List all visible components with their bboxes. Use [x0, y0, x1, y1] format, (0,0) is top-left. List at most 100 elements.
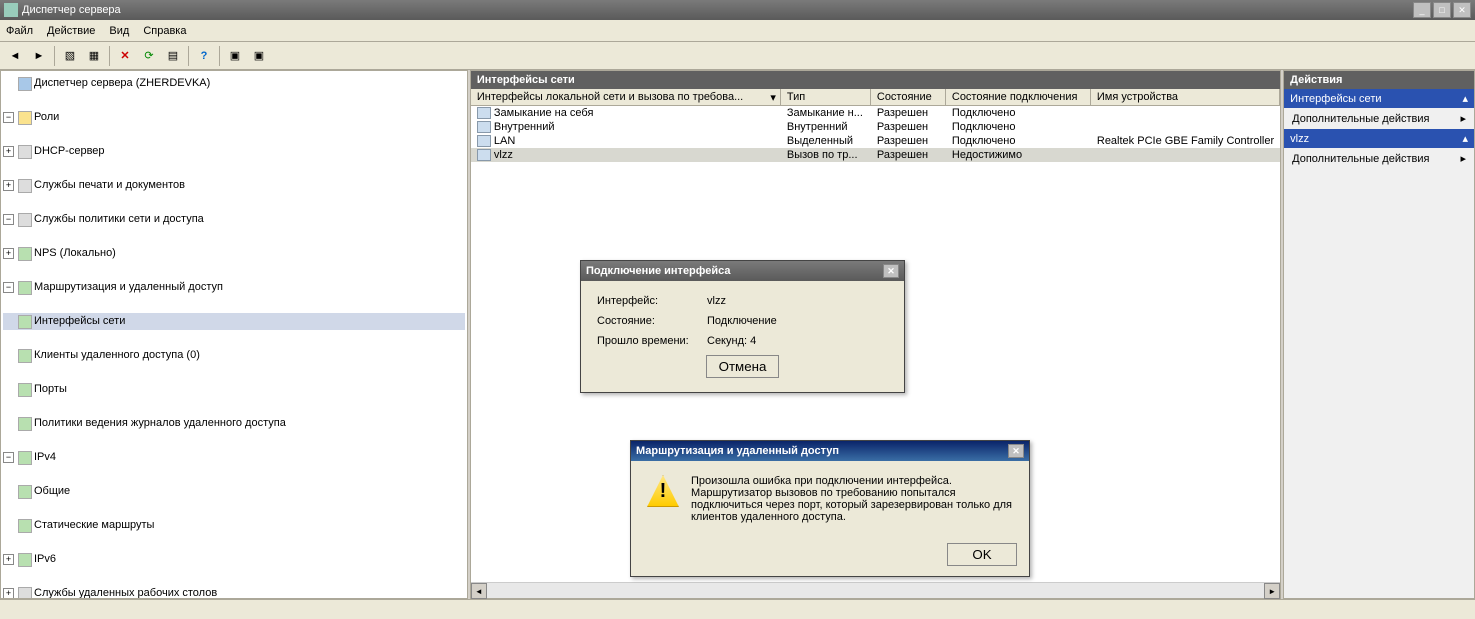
- maximize-button[interactable]: □: [1433, 2, 1451, 18]
- grid-row[interactable]: vlzz Вызов по тр... Разрешен Недостижимо: [471, 148, 1280, 162]
- nps-root-icon: [18, 213, 32, 227]
- tree-static[interactable]: Статические маршруты: [34, 517, 154, 534]
- grid-row[interactable]: Замыкание на себя Замыкание н... Разреше…: [471, 106, 1280, 120]
- menubar: Файл Действие Вид Справка: [0, 20, 1475, 42]
- back-button[interactable]: ◄: [4, 45, 26, 67]
- roles-icon: [18, 111, 32, 125]
- col-status[interactable]: Состояние: [871, 89, 946, 105]
- time-label: Прошло времени:: [597, 335, 707, 347]
- chevron-right-icon: ▸: [1460, 112, 1466, 125]
- help-button[interactable]: ?: [193, 45, 215, 67]
- connection-dialog: Подключение интерфейса ✕ Интерфейс:vlzz …: [580, 260, 905, 393]
- minimize-button[interactable]: _: [1413, 2, 1431, 18]
- iface-icon: [477, 135, 491, 147]
- tool-a-button[interactable]: ▣: [224, 45, 246, 67]
- menu-action[interactable]: Действие: [47, 25, 95, 37]
- expander[interactable]: −: [3, 112, 14, 123]
- scroll-right-icon[interactable]: ►: [1264, 583, 1280, 599]
- clients-icon: [18, 349, 32, 363]
- menu-view[interactable]: Вид: [109, 25, 129, 37]
- rds-icon: [18, 587, 32, 600]
- collapse-icon: ▴: [1462, 132, 1468, 145]
- iface-icon: [477, 121, 491, 133]
- actions-header: Действия: [1284, 71, 1474, 89]
- tree-ipv4[interactable]: IPv4: [34, 449, 56, 466]
- actions-pane: Действия Интерфейсы сети▴ Дополнительные…: [1283, 70, 1475, 599]
- tool-b-button[interactable]: ▣: [248, 45, 270, 67]
- dialog-close-button[interactable]: ✕: [1008, 444, 1024, 458]
- col-type[interactable]: Тип: [781, 89, 871, 105]
- toolbar: ◄ ► ▧ ▦ ✕ ⟳ ▤ ? ▣ ▣: [0, 42, 1475, 70]
- tree-ipv6[interactable]: IPv6: [34, 551, 56, 568]
- window-title: Диспетчер сервера: [22, 4, 1413, 16]
- ifaces-icon: [18, 315, 32, 329]
- tree-print[interactable]: Службы печати и документов: [34, 177, 185, 194]
- ipv4-icon: [18, 451, 32, 465]
- tree-rds[interactable]: Службы удаленных рабочих столов: [34, 585, 217, 599]
- scroll-left-icon[interactable]: ◄: [471, 583, 487, 599]
- tree-pane[interactable]: Диспетчер сервера (ZHERDEVKA) −Роли +DHC…: [0, 70, 468, 599]
- dialog-close-button[interactable]: ✕: [883, 264, 899, 278]
- tree-clients[interactable]: Клиенты удаленного доступа (0): [34, 347, 200, 364]
- window-titlebar: Диспетчер сервера _ □ ✕: [0, 0, 1475, 20]
- menu-file[interactable]: Файл: [6, 25, 33, 37]
- print-icon: [18, 179, 32, 193]
- time-value: Секунд: 4: [707, 335, 756, 347]
- tree-general[interactable]: Общие: [34, 483, 70, 500]
- error-dialog: Маршрутизация и удаленный доступ ✕ ! Про…: [630, 440, 1030, 577]
- tree-roles[interactable]: Роли: [34, 109, 59, 126]
- export-button[interactable]: ▤: [162, 45, 184, 67]
- col-name[interactable]: Интерфейсы локальной сети и вызова по тр…: [471, 89, 781, 105]
- server-icon: [18, 77, 32, 91]
- state-label: Состояние:: [597, 315, 707, 327]
- chevron-right-icon: ▸: [1460, 152, 1466, 165]
- tree-dhcp[interactable]: DHCP-сервер: [34, 143, 105, 160]
- rras-icon: [18, 281, 32, 295]
- actions-more-2[interactable]: Дополнительные действия▸: [1284, 148, 1474, 169]
- col-device[interactable]: Имя устройства: [1091, 89, 1280, 105]
- hscrollbar[interactable]: ◄ ►: [471, 582, 1280, 598]
- iface-value: vlzz: [707, 295, 726, 307]
- iface-label: Интерфейс:: [597, 295, 707, 307]
- ipv6-icon: [18, 553, 32, 567]
- grid-row[interactable]: Внутренний Внутренний Разрешен Подключен…: [471, 120, 1280, 134]
- tree-policies[interactable]: Политики ведения журналов удаленного дос…: [34, 415, 286, 432]
- close-button[interactable]: ✕: [1453, 2, 1471, 18]
- actions-section-vlzz[interactable]: vlzz▴: [1284, 129, 1474, 148]
- tree-nps[interactable]: NPS (Локально): [34, 245, 116, 262]
- collapse-icon: ▴: [1462, 92, 1468, 105]
- delete-button[interactable]: ✕: [114, 45, 136, 67]
- static-icon: [18, 519, 32, 533]
- dialog-titlebar[interactable]: Подключение интерфейса ✕: [581, 261, 904, 281]
- policies-icon: [18, 417, 32, 431]
- app-icon: [4, 3, 18, 17]
- state-value: Подключение: [707, 315, 777, 327]
- dialog-titlebar[interactable]: Маршрутизация и удаленный доступ ✕: [631, 441, 1029, 461]
- col-conn[interactable]: Состояние подключения: [946, 89, 1091, 105]
- iface-icon: [477, 107, 491, 119]
- actions-more-1[interactable]: Дополнительные действия▸: [1284, 108, 1474, 129]
- general-icon: [18, 485, 32, 499]
- tree-nps-root[interactable]: Службы политики сети и доступа: [34, 211, 204, 228]
- tree-root[interactable]: Диспетчер сервера (ZHERDEVKA): [34, 75, 210, 92]
- tree-rras[interactable]: Маршрутизация и удаленный доступ: [34, 279, 223, 296]
- actions-section-ifaces[interactable]: Интерфейсы сети▴: [1284, 89, 1474, 108]
- refresh-button[interactable]: ⟳: [138, 45, 160, 67]
- dialog-title: Маршрутизация и удаленный доступ: [636, 445, 839, 457]
- main-header: Интерфейсы сети: [471, 71, 1280, 89]
- forward-button[interactable]: ►: [28, 45, 50, 67]
- up-button[interactable]: ▧: [59, 45, 81, 67]
- dhcp-icon: [18, 145, 32, 159]
- grid-row[interactable]: LAN Выделенный Разрешен Подключено Realt…: [471, 134, 1280, 148]
- tree-ifaces[interactable]: Интерфейсы сети: [34, 313, 125, 330]
- nps-icon: [18, 247, 32, 261]
- ports-icon: [18, 383, 32, 397]
- menu-help[interactable]: Справка: [143, 25, 186, 37]
- ok-button[interactable]: OK: [947, 543, 1017, 566]
- props-button[interactable]: ▦: [83, 45, 105, 67]
- warning-icon: !: [647, 475, 679, 507]
- dialog-title: Подключение интерфейса: [586, 265, 731, 277]
- error-message: Произошла ошибка при подключении интерфе…: [691, 475, 1013, 523]
- tree-ports[interactable]: Порты: [34, 381, 67, 398]
- cancel-button[interactable]: Отмена: [706, 355, 780, 378]
